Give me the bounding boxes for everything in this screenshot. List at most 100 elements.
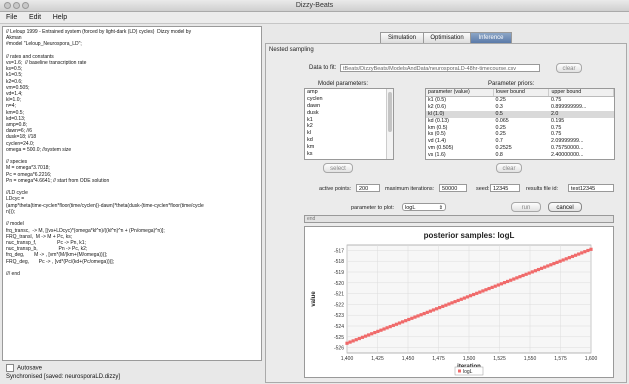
priors-cell[interactable]: vs (1.6) [426,152,494,159]
priors-cell[interactable]: 0.25 [494,96,549,103]
data-point [521,273,525,278]
priors-row[interactable]: ks (0.5) 0.25 0.75 [426,131,614,138]
data-point [357,336,361,341]
close-window-icon[interactable] [4,2,11,9]
priors-cell[interactable]: 0.195 [549,118,614,125]
data-clear-button[interactable]: clear [556,63,582,73]
data-point [348,340,352,344]
data-point [425,310,429,314]
priors-cell[interactable]: 0.2525 [494,145,549,152]
priors-cell[interactable]: ks (0.5) [426,131,494,138]
priors-row[interactable]: vs (1.6) 0.8 2.40000000... [426,152,614,159]
priors-cell[interactable]: 0.75 [549,131,614,138]
priors-cell[interactable]: 0.25 [494,131,549,138]
parameter-to-plot-label: parameter to plot: [351,205,395,211]
model-parameter-item[interactable]: dawn [305,103,393,110]
status-text: Synchronised [saved: neurosporaLD.dizzy] [6,374,121,380]
priors-cell[interactable]: 2.40000000... [549,152,614,159]
model-parameter-item[interactable]: kd [305,137,393,144]
priors-row[interactable]: k2 (0.6) 0.3 0.899999999... [426,104,614,111]
x-tick-label: 1,600 [585,356,598,362]
chart-title: posterior samples: logL [424,231,515,240]
priors-cell[interactable]: 2.09999999... [549,138,614,145]
select-button[interactable]: select [323,163,353,173]
priors-cell[interactable]: k2 (0.6) [426,104,494,111]
model-parameter-item[interactable]: amp [305,89,393,96]
model-parameter-item[interactable]: cyclen [305,96,393,103]
data-point [441,304,445,309]
priors-row[interactable]: vd (1.4) 0.7 2.09999999... [426,138,614,145]
model-parameter-item[interactable]: k2 [305,123,393,130]
priors-cell[interactable]: km (0.5) [426,125,494,132]
model-parameters-list[interactable]: amp cyclen dawn dusk k1 k2 kl kd km ks [304,88,394,160]
model-parameters-scrollbar[interactable] [386,89,393,159]
model-parameter-item[interactable]: dusk [305,110,393,117]
data-point [509,278,513,282]
priors-cell[interactable]: 0.75 [549,96,614,103]
data-point [419,313,423,317]
data-point [434,307,439,311]
y-axis-label: value [311,291,317,307]
y-tick-label: -519 [334,270,344,276]
model-code-editor[interactable]: // Leloup 1999 - Entrained system (force… [2,26,262,361]
data-point [539,266,544,270]
active-points-field[interactable]: 200 [356,184,380,192]
priors-cell[interactable]: vm (0.505) [426,145,494,152]
data-point [484,288,488,292]
data-to-fit-field[interactable]: tBeats/DizzyBeats/ModelsAndData/neurospo… [340,64,540,72]
results-file-field[interactable]: test12345 [568,184,614,192]
menu-help[interactable]: Help [53,12,67,23]
run-button[interactable]: run [511,202,541,212]
priors-row[interactable]: kd (0.13) 0.065 0.195 [426,118,614,125]
x-tick-label: 1,400 [341,356,354,362]
y-tick-label: -520 [334,281,344,287]
zoom-window-icon[interactable] [22,2,29,9]
priors-column-header[interactable]: lower bound [493,89,550,97]
model-parameter-item[interactable]: ks [305,151,393,158]
priors-row[interactable]: km (0.5) 0.25 0.75 [426,125,614,132]
cancel-button[interactable]: cancel [548,202,582,212]
model-parameter-item[interactable]: km [305,144,393,151]
priors-cell[interactable]: 0.75750000... [549,145,614,152]
model-parameters-title: Model parameters: [318,81,369,87]
priors-column-header[interactable]: upper bound [548,89,614,97]
seed-field[interactable]: 12345 [490,184,520,192]
model-parameter-item[interactable]: kl [305,130,393,137]
priors-cell[interactable]: kd (0.13) [426,118,494,125]
priors-row[interactable]: vm (0.505) 0.2525 0.75750000... [426,145,614,152]
priors-row[interactable]: kl (1.0) 0.5 2.0 [426,110,614,118]
parameter-to-plot-select[interactable]: logL ⇕ [402,203,446,211]
data-point [360,335,365,339]
priors-cell[interactable]: 0.25 [494,125,549,132]
priors-cell[interactable]: k1 (0.5) [426,96,494,103]
right-pane: Simulation Optimisation Inference Nested… [262,26,627,384]
data-point [586,248,590,253]
priors-column-header[interactable]: parameter (value) [426,89,494,97]
priors-cell[interactable]: 0.3 [494,104,549,111]
data-point [459,297,463,301]
menu-edit[interactable]: Edit [29,12,41,23]
priors-cell[interactable]: 0.7 [494,138,549,145]
priors-cell[interactable]: kl (1.0) [426,110,494,118]
model-parameter-item[interactable]: k1 [305,117,393,124]
priors-cell[interactable]: vd (1.4) [426,138,494,145]
minimize-window-icon[interactable] [13,2,20,9]
model-code-text[interactable]: // Leloup 1999 - Entrained system (force… [3,27,261,279]
priors-cell[interactable]: 0.065 [494,118,549,125]
data-point [583,250,587,254]
priors-cell[interactable]: 0.5 [493,110,549,118]
data-point [481,289,485,293]
parameter-priors-table[interactable]: parameter (value) lower bound upper bound k… [425,88,615,160]
priors-cell[interactable]: 0.8 [494,152,549,159]
priors-cell[interactable]: 0.75 [549,125,614,132]
priors-clear-button[interactable]: clear [496,163,522,173]
nested-sampling-title: Nested sampling [269,47,314,53]
priors-cell[interactable]: 2.0 [548,110,614,118]
autosave-checkbox[interactable] [6,364,14,372]
data-point [478,290,482,294]
max-iterations-field[interactable]: 50000 [439,184,467,192]
priors-row[interactable]: k1 (0.5) 0.25 0.75 [426,96,614,103]
priors-cell[interactable]: 0.899999999... [549,104,614,111]
menu-file[interactable]: File [6,12,17,23]
max-iterations-label: maximum iterations: [385,186,435,192]
